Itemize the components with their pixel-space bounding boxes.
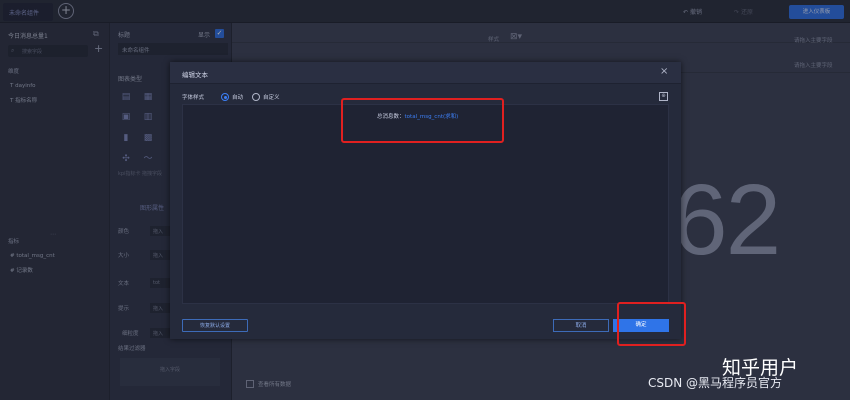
cancel-button[interactable]: 取消 — [553, 319, 609, 332]
radio-auto[interactable] — [221, 93, 229, 101]
radio-custom-label: 自定义 — [263, 95, 280, 101]
highlight-box-confirm — [617, 302, 686, 346]
watermark-csdn: CSDN @黑马程序员官方 — [648, 376, 783, 390]
font-style-label: 字体样式 — [182, 95, 205, 101]
dialog-header: 编辑文本 × — [170, 62, 681, 84]
radio-custom[interactable] — [252, 93, 260, 101]
dialog-title: 编辑文本 — [182, 71, 208, 79]
close-icon[interactable]: × — [660, 66, 668, 77]
insert-field-icon[interactable]: ⊕ — [659, 92, 668, 101]
highlight-box-editor — [341, 98, 504, 143]
radio-auto-label: 自动 — [232, 95, 244, 101]
reset-default-button[interactable]: 恢复默认设置 — [182, 319, 248, 332]
